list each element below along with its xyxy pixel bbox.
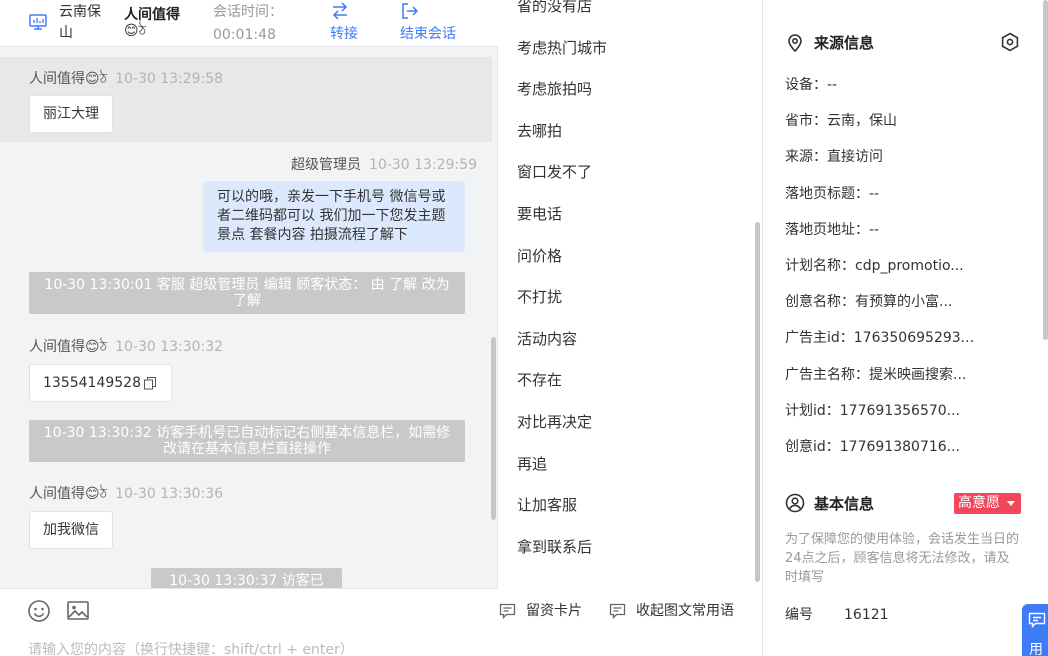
- session-time-label: 会话时间：: [213, 4, 283, 20]
- quick-reply-item[interactable]: 拿到联系后: [517, 538, 592, 556]
- user-circle-icon: [785, 493, 805, 513]
- message-icon: [609, 603, 626, 619]
- quick-reply-item[interactable]: 活动内容: [517, 330, 577, 348]
- quick-reply-panel: 省的没有店考虑热门城市 考虑旅拍吗去哪拍窗口发不了要电话问价格不打扰活动内容不存在…: [499, 0, 763, 656]
- source-info-title: 来源信息: [814, 34, 875, 52]
- source-info-row: 计划id：177691356570...: [785, 402, 961, 419]
- message-time: 10-30 13:30:32: [115, 339, 224, 355]
- customer-info-panel: 来源信息 设备：-- 省市：云南，保山 来源：直接访问 落地页标题：-- 落地页地址：-…: [764, 0, 1048, 656]
- chat-header: 云南保山 人间值得 😊ঠ 会话时间： 00:01:48 转接 结束会话: [0, 0, 498, 47]
- message-sender: 人间值得😊ঠ 10-30 13:30:32: [29, 339, 224, 355]
- system-note: 10-30 13:30:32 访客手机号已自动标记右侧基本信息栏，如需修改请在基…: [29, 420, 465, 462]
- source-info-row: 落地页标题：--: [785, 185, 880, 202]
- floating-chat-button[interactable]: 用: [1022, 604, 1048, 656]
- phone-number: 13554149528: [43, 375, 141, 391]
- source-info-row: 广告主名称：提米映画搜索...: [785, 366, 967, 383]
- session-time: 00:01:48: [213, 27, 276, 43]
- source-info-row: 创意id：177691380716...: [785, 439, 961, 455]
- chat-scrollbar[interactable]: [491, 337, 496, 520]
- quick-reply-item[interactable]: 不打扰: [517, 288, 562, 306]
- collapse-phrases-label: 收起图文常用语: [636, 603, 734, 619]
- message-time: 10-30 13:29:58: [115, 71, 224, 87]
- system-note: 10-30 13:30:37 访客已离开: [151, 568, 342, 588]
- message-bubble[interactable]: 加我微信: [29, 511, 113, 549]
- settings-icon[interactable]: [1000, 32, 1020, 52]
- customer-name: 人间值得: [124, 7, 180, 23]
- visitor-location: 云南保山: [59, 4, 101, 41]
- message-bubble[interactable]: 丽江大理: [29, 95, 113, 133]
- customer-id-value: 16121: [844, 607, 889, 623]
- transfer-label: 转接: [330, 26, 358, 42]
- transfer-button[interactable]: 转接: [330, 0, 370, 46]
- card-icon: [499, 603, 516, 619]
- end-session-button[interactable]: 结束会话: [400, 0, 464, 46]
- message-input[interactable]: [28, 642, 488, 656]
- chat-bubble-icon: [1028, 612, 1046, 628]
- message-list[interactable]: 人间值得😊ঠ 10-30 13:29:58 丽江大理 超级管理员 10-30 13:…: [0, 57, 498, 588]
- quick-reply-item[interactable]: 让加客服: [517, 496, 577, 514]
- copy-icon[interactable]: [143, 377, 157, 390]
- message-sender: 人间值得😊ঠ 10-30 13:30:36: [29, 486, 224, 502]
- emoji-icon[interactable]: [27, 599, 51, 623]
- source-info-row: 落地页地址：--: [785, 221, 880, 238]
- system-note: 10-30 13:30:01 客服 超级管理员 编辑 顾客状态： 由 了解 改为…: [29, 272, 465, 314]
- quick-reply-item[interactable]: 考虑旅拍吗: [517, 80, 592, 98]
- source-info-row: 设备：--: [785, 77, 838, 93]
- source-info-row: 广告主id：176350695293...: [785, 330, 975, 347]
- info-scrollbar[interactable]: [1043, 0, 1048, 340]
- chat-panel: 云南保山 人间值得 😊ঠ 会话时间： 00:01:48 转接 结束会话 人间值得…: [0, 0, 498, 656]
- lead-card-label: 留资卡片: [526, 603, 582, 619]
- logout-icon: [402, 3, 419, 19]
- quick-reply-item[interactable]: 考虑热门城市: [517, 39, 607, 57]
- end-session-label: 结束会话: [400, 26, 456, 42]
- caret-down-icon: [1007, 501, 1015, 506]
- quick-reply-item[interactable]: 去哪拍: [517, 122, 562, 140]
- intent-level-value: 高意愿: [958, 495, 1000, 511]
- lead-card-button[interactable]: 留资卡片: [499, 602, 582, 620]
- source-info-row: 来源：直接访问: [785, 149, 883, 166]
- collapse-phrases-button[interactable]: 收起图文常用语: [609, 602, 734, 620]
- message-sender: 超级管理员 10-30 13:29:59: [291, 157, 478, 173]
- source-info-row: 创意名称：有预算的小富...: [785, 294, 953, 311]
- quick-reply-item[interactable]: 省的没有店: [517, 0, 592, 15]
- quick-reply-item[interactable]: 对比再决定: [517, 413, 592, 431]
- transfer-icon: [332, 2, 348, 20]
- phone-message-bubble[interactable]: 13554149528: [29, 364, 172, 402]
- message-sender: 人间值得😊ঠ 10-30 13:29:58: [29, 71, 224, 87]
- basic-info-title: 基本信息: [814, 495, 875, 513]
- quick-reply-footer: 留资卡片 收起图文常用语: [499, 588, 762, 656]
- agent-message-bubble[interactable]: 可以的哦，亲发一下手机号 微信号或者二维码都可以 我们加一下您发主题景点 套餐内…: [203, 181, 465, 252]
- message-composer: [0, 588, 498, 656]
- edit-notice: 为了保障您的使用体验，会话发生当日的24点之后，顾客信息将无法修改，请及时填写: [785, 532, 1020, 585]
- customer-name-emoji: 😊ঠ: [124, 23, 147, 39]
- location-pin-icon: [788, 34, 802, 53]
- source-info-row: 计划名称：cdp_promotio...: [785, 258, 964, 274]
- quick-reply-item[interactable]: 要电话: [517, 205, 562, 223]
- message-time: 10-30 13:30:36: [115, 486, 224, 502]
- desktop-icon: [29, 14, 47, 30]
- intent-level-dropdown[interactable]: 高意愿: [954, 493, 1021, 514]
- quick-reply-item[interactable]: 再追: [517, 455, 547, 473]
- quick-reply-item[interactable]: 窗口发不了: [517, 163, 592, 181]
- quick-reply-scrollbar[interactable]: [755, 222, 760, 582]
- quick-reply-item[interactable]: 问价格: [517, 247, 562, 265]
- quick-reply-item[interactable]: 不存在: [517, 371, 562, 389]
- message-time: 10-30 13:29:59: [369, 157, 478, 173]
- floating-button-label: 用: [1029, 642, 1043, 656]
- source-info-row: 省市：云南，保山: [785, 113, 897, 130]
- image-icon[interactable]: [66, 599, 90, 623]
